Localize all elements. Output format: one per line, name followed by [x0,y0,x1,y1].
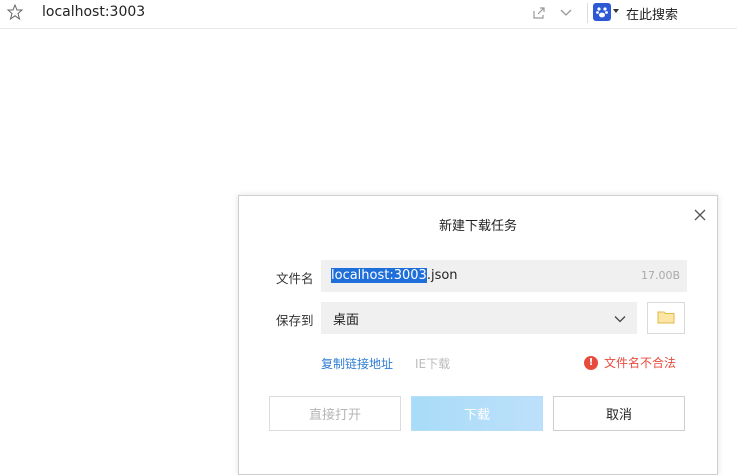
filename-input[interactable]: localhost:3003.json 17.00B [321,260,687,292]
filename-value[interactable]: localhost:3003.json [331,268,458,283]
close-icon[interactable] [693,207,707,221]
save-to-label: 保存到 [276,313,314,328]
engine-dropdown-icon[interactable] [613,9,619,13]
file-size: 17.00B [640,269,680,282]
download-dialog: 新建下载任务 文件名 localhost:3003.json 17.00B 保存… [238,195,718,475]
share-icon[interactable] [531,5,547,21]
ie-download-button[interactable]: IE下载 [415,355,450,372]
browse-folder-button[interactable] [647,302,685,334]
paw-icon[interactable] [593,3,611,21]
chevron-down-icon[interactable] [558,4,574,20]
chevron-down-icon[interactable] [613,311,627,325]
toolbar-divider [587,3,588,23]
folder-icon [657,309,675,328]
open-directly-button[interactable]: 直接打开 [269,396,401,431]
filename-label: 文件名 [276,271,314,286]
address-bar: localhost:3003 在此搜索 [0,0,737,29]
filename-extension: .json [426,268,458,283]
url-text[interactable]: localhost:3003 [42,4,145,20]
save-location-value: 桌面 [333,313,360,328]
error-icon: ! [584,355,598,370]
download-button[interactable]: 下载 [411,396,543,431]
cancel-button[interactable]: 取消 [553,396,685,431]
filename-selection: localhost:3003 [331,268,427,283]
search-box-label[interactable]: 在此搜索 [626,4,678,23]
filename-error: ! 文件名不合法 [584,354,676,371]
error-message: 文件名不合法 [604,356,677,370]
save-location-select[interactable]: 桌面 [321,302,637,334]
star-icon[interactable] [6,3,24,21]
copy-link-button[interactable]: 复制链接地址 [321,355,393,372]
dialog-title: 新建下载任务 [438,219,517,234]
